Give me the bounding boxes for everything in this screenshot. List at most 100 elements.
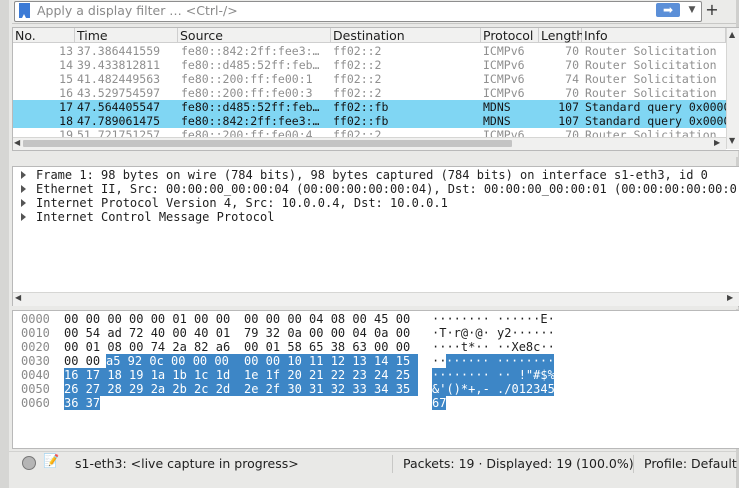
byte-ascii[interactable]: ····t*·· ··Xe8c·· <box>432 340 555 354</box>
details-horizontal-scrollbar[interactable]: ◀ ▶ <box>13 292 739 306</box>
window-left-edge <box>0 0 9 488</box>
byte-hex[interactable]: 00 01 58 65 38 63 00 00 <box>244 340 410 354</box>
scroll-right-icon[interactable]: ▶ <box>714 138 720 147</box>
packet-details[interactable]: Frame 1: 98 bytes on wire (784 bits), 98… <box>12 166 739 307</box>
packet-list-horizontal-scrollbar[interactable]: ◀ ▶ <box>13 137 726 150</box>
packet-row[interactable]: 15 41.482449563 fe80::200:ff:fe00:1 ff02::2… <box>13 72 726 86</box>
cell-source: fe80::200:ff:fe00:4 <box>181 128 313 137</box>
byte-ascii-highlighted[interactable]: ········ ·· !"#$% <box>432 368 555 382</box>
packet-row[interactable]: 16 43.529754597 fe80::200:ff:fe00:3 ff02::2… <box>13 86 726 100</box>
scroll-right-icon[interactable]: ▶ <box>727 293 733 302</box>
byte-offset: 0060 <box>21 396 50 410</box>
profile-text[interactable]: Profile: Default <box>644 456 737 471</box>
column-header-length[interactable]: Length <box>539 28 584 43</box>
packet-row[interactable]: 19 51.721751257 fe80::200:ff:fe00:4 ff02::2… <box>13 128 726 137</box>
byte-hex-highlighted[interactable]: a5 92 0c 00 00 00 <box>106 354 235 368</box>
cell-info: Router Solicitation <box>585 58 717 72</box>
cell-no: 17 <box>59 100 73 114</box>
cell-protocol: ICMPv6 <box>483 128 525 137</box>
cell-no: 14 <box>59 58 73 72</box>
byte-ascii[interactable]: ·T·r@·@· y2······ <box>432 326 555 340</box>
byte-hex-highlighted[interactable]: 2e 2f 30 31 32 33 34 35 <box>235 382 418 396</box>
byte-ascii[interactable]: ·· <box>432 354 446 368</box>
byte-offset: 0000 <box>21 312 50 326</box>
packet-row[interactable]: 17 47.564405547 fe80::d485:52ff:feb… ff02::… <box>13 100 726 114</box>
cell-time: 47.789061475 <box>77 114 161 128</box>
cell-destination: ff02::2 <box>333 86 382 100</box>
packet-list[interactable]: No. Time Source Destination Protocol Len… <box>12 27 739 151</box>
column-header-time[interactable]: Time <box>75 28 178 43</box>
column-header-info[interactable]: Info <box>582 28 726 43</box>
cell-no: 18 <box>59 114 73 128</box>
byte-hex-highlighted[interactable]: 36 37 <box>64 396 101 410</box>
byte-hex-highlighted[interactable]: 16 17 18 19 1a 1b 1c 1d <box>64 368 235 382</box>
byte-hex[interactable]: 00 00 00 04 08 00 45 00 <box>244 312 410 326</box>
cell-time: 37.386441559 <box>77 44 161 58</box>
cell-length: 74 <box>565 72 579 86</box>
column-header-no[interactable]: No. <box>13 28 75 43</box>
byte-hex[interactable]: 00 00 <box>64 354 100 368</box>
cell-time: 51.721751257 <box>77 128 161 137</box>
cell-length: 107 <box>558 100 579 114</box>
scroll-down-icon[interactable]: ▼ <box>729 136 735 145</box>
detail-frame[interactable]: Frame 1: 98 bytes on wire (784 bits), 98… <box>36 168 737 182</box>
edit-comment-icon[interactable]: 📝 <box>43 454 59 469</box>
byte-ascii-highlighted[interactable]: 67 <box>432 396 447 410</box>
packet-list-scroll-thumb[interactable] <box>23 140 512 147</box>
column-header-source[interactable]: Source <box>178 28 331 43</box>
cell-protocol: MDNS <box>483 114 511 128</box>
byte-hex[interactable]: 00 00 00 00 00 01 00 00 <box>64 312 230 326</box>
scroll-left-icon[interactable]: ◀ <box>15 293 21 302</box>
cell-destination: ff02::2 <box>333 58 382 72</box>
display-filter-placeholder: Apply a display filter … <Ctrl-/> <box>37 3 238 18</box>
packet-bytes[interactable]: 0000 00 00 00 00 00 01 00 00 00 00 00 04… <box>12 310 739 449</box>
pane-splitter[interactable] <box>12 151 738 157</box>
add-filter-button[interactable]: + <box>705 0 719 20</box>
byte-hex-highlighted[interactable]: 26 27 28 29 2a 2b 2c 2d <box>64 382 235 396</box>
cell-source: fe80::d485:52ff:feb… <box>181 58 320 72</box>
packet-row[interactable]: 14 39.433812811 fe80::d485:52ff:feb… ff02::… <box>13 58 726 72</box>
cell-time: 39.433812811 <box>77 58 161 72</box>
apply-filter-button[interactable]: ➡ <box>656 3 680 17</box>
cell-source: fe80::d485:52ff:feb… <box>181 100 320 114</box>
byte-hex[interactable]: 79 32 0a 00 00 04 0a 00 <box>244 326 410 340</box>
expand-arrow-icon[interactable] <box>21 185 26 193</box>
packet-row[interactable]: 18 47.789061475 fe80::842:2ff:fee3:… ff02::… <box>13 114 726 128</box>
cell-source: fe80::200:ff:fe00:1 <box>181 72 313 86</box>
byte-offset: 0020 <box>21 340 50 354</box>
byte-ascii[interactable]: ········ ······E· <box>432 312 555 326</box>
byte-hex-highlighted[interactable]: 00 00 10 11 12 13 14 15 <box>235 354 418 368</box>
packet-row[interactable]: 13 37.386441559 fe80::842:2ff:fee3:… ff02::… <box>13 44 726 58</box>
cell-source: fe80::842:2ff:fee3:… <box>181 114 320 128</box>
status-divider <box>392 455 393 473</box>
detail-icmp[interactable]: Internet Control Message Protocol <box>36 210 737 224</box>
packet-count-text: Packets: 19 · Displayed: 19 (100.0%) <box>403 456 634 471</box>
cell-destination: ff02::2 <box>333 44 382 58</box>
byte-hex-highlighted[interactable]: 1e 1f 20 21 22 23 24 25 <box>235 368 418 382</box>
cell-no: 15 <box>59 72 73 86</box>
byte-ascii-highlighted[interactable]: &'()*+,- ./012345 <box>432 382 555 396</box>
filter-bookmark-icon[interactable] <box>19 3 30 18</box>
scroll-up-icon[interactable]: ▲ <box>729 30 735 39</box>
cell-info: Router Solicitation <box>585 44 717 58</box>
scroll-left-icon[interactable]: ◀ <box>14 138 20 147</box>
byte-ascii-highlighted[interactable]: ······ ········ <box>446 354 554 368</box>
detail-ethernet[interactable]: Ethernet II, Src: 00:00:00_00:00:04 (00:… <box>36 182 737 196</box>
pane-splitter[interactable] <box>12 306 738 309</box>
capture-status-text: s1-eth3: <live capture in progress> <box>75 456 299 471</box>
packet-list-vertical-scrollbar[interactable]: ▲ ▼ <box>726 28 739 149</box>
detail-ipv4[interactable]: Internet Protocol Version 4, Src: 10.0.0… <box>36 196 737 210</box>
byte-hex[interactable]: 00 54 ad 72 40 00 40 01 <box>64 326 230 340</box>
cell-source: fe80::200:ff:fe00:3 <box>181 86 313 100</box>
cell-no: 13 <box>59 44 73 58</box>
byte-offset: 0030 <box>21 354 50 368</box>
expand-arrow-icon[interactable] <box>21 199 26 207</box>
column-header-protocol[interactable]: Protocol <box>481 28 539 43</box>
column-header-destination[interactable]: Destination <box>331 28 481 43</box>
capture-status-icon[interactable] <box>22 456 36 470</box>
expand-arrow-icon[interactable] <box>21 171 26 179</box>
filter-history-dropdown[interactable]: ▼ <box>686 3 698 17</box>
status-divider <box>633 455 634 473</box>
expand-arrow-icon[interactable] <box>21 213 26 221</box>
byte-hex[interactable]: 00 01 08 00 74 2a 82 a6 <box>64 340 230 354</box>
